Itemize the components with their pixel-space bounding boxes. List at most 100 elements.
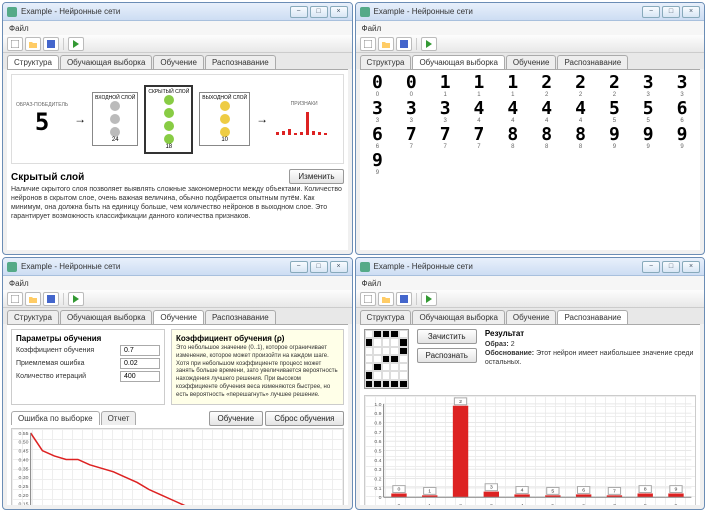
pixel[interactable] (390, 330, 399, 338)
tab-recognition[interactable]: Распознавание (205, 310, 276, 324)
training-sample[interactable]: 66 (364, 126, 392, 150)
pixel[interactable] (390, 338, 399, 346)
new-icon[interactable] (360, 37, 376, 51)
training-sample[interactable]: 00 (397, 74, 425, 98)
tab-structure[interactable]: Структура (360, 55, 412, 69)
training-sample[interactable]: 44 (533, 100, 561, 124)
pixel[interactable] (399, 380, 408, 388)
training-sample[interactable]: 55 (634, 100, 662, 124)
pixel[interactable] (399, 338, 408, 346)
pixel[interactable] (382, 330, 391, 338)
tab-training-set[interactable]: Обучающая выборка (60, 310, 152, 324)
pixel[interactable] (365, 380, 374, 388)
pixel[interactable] (373, 380, 382, 388)
training-sample[interactable]: 77 (465, 126, 493, 150)
training-sample[interactable]: 33 (634, 74, 662, 98)
clear-button[interactable]: Зачистить (417, 329, 477, 344)
tab-training[interactable]: Обучение (153, 55, 204, 69)
menu-file[interactable]: Файл (362, 279, 382, 288)
run-icon[interactable] (68, 37, 84, 51)
training-sample[interactable]: 55 (600, 100, 628, 124)
pixel[interactable] (390, 347, 399, 355)
pixel[interactable] (382, 380, 391, 388)
tab-recognition[interactable]: Распознавание (205, 55, 276, 69)
save-icon[interactable] (396, 37, 412, 51)
maximize-button[interactable]: □ (310, 6, 328, 18)
tab-recognition[interactable]: Распознавание (557, 55, 628, 69)
training-sample[interactable]: 44 (567, 100, 595, 124)
save-icon[interactable] (43, 292, 59, 306)
training-sample[interactable]: 88 (567, 126, 595, 150)
tab-training-set[interactable]: Обучающая выборка (412, 310, 504, 324)
training-sample[interactable]: 99 (668, 126, 696, 150)
new-icon[interactable] (7, 37, 23, 51)
recognize-button[interactable]: Распознать (417, 348, 477, 363)
open-icon[interactable] (378, 292, 394, 306)
training-sample[interactable]: 11 (499, 74, 527, 98)
iter-input[interactable] (120, 371, 160, 382)
pixel[interactable] (399, 355, 408, 363)
titlebar[interactable]: Example - Нейронные сети − □ × (356, 258, 705, 276)
pixel[interactable] (382, 347, 391, 355)
training-sample[interactable]: 33 (364, 100, 392, 124)
pixel[interactable] (373, 371, 382, 379)
tab-recognition[interactable]: Распознавание (557, 310, 628, 324)
new-icon[interactable] (360, 292, 376, 306)
pixel-editor[interactable] (364, 329, 409, 389)
close-button[interactable]: × (682, 6, 700, 18)
pixel[interactable] (382, 355, 391, 363)
run-icon[interactable] (68, 292, 84, 306)
pixel[interactable] (365, 347, 374, 355)
training-sample[interactable]: 11 (431, 74, 459, 98)
pixel[interactable] (365, 338, 374, 346)
tab-training[interactable]: Обучение (506, 55, 557, 69)
pixel[interactable] (399, 371, 408, 379)
pixel[interactable] (373, 363, 382, 371)
open-icon[interactable] (378, 37, 394, 51)
menu-file[interactable]: Файл (9, 24, 29, 33)
titlebar[interactable]: Example - Нейронные сети − □ × (3, 258, 352, 276)
pixel[interactable] (399, 347, 408, 355)
training-sample[interactable]: 44 (499, 100, 527, 124)
tab-training-set[interactable]: Обучающая выборка (60, 55, 152, 69)
pixel[interactable] (365, 355, 374, 363)
minimize-button[interactable]: − (642, 261, 660, 273)
pixel[interactable] (399, 330, 408, 338)
maximize-button[interactable]: □ (662, 261, 680, 273)
menu-file[interactable]: Файл (362, 24, 382, 33)
training-sample[interactable]: 22 (600, 74, 628, 98)
pixel[interactable] (373, 355, 382, 363)
train-button[interactable]: Обучение (209, 411, 264, 426)
tab-structure[interactable]: Структура (7, 310, 59, 324)
pixel[interactable] (373, 338, 382, 346)
tab-structure[interactable]: Структура (360, 310, 412, 324)
training-sample[interactable]: 66 (668, 100, 696, 124)
training-sample[interactable]: 88 (533, 126, 561, 150)
maximize-button[interactable]: □ (662, 6, 680, 18)
training-sample[interactable]: 99 (634, 126, 662, 150)
pixel[interactable] (373, 347, 382, 355)
tab-structure[interactable]: Структура (7, 55, 59, 69)
coef-input[interactable] (120, 345, 160, 356)
open-icon[interactable] (25, 37, 41, 51)
training-sample[interactable]: 11 (465, 74, 493, 98)
save-icon[interactable] (43, 37, 59, 51)
close-button[interactable]: × (682, 261, 700, 273)
err-input[interactable] (120, 358, 160, 369)
run-icon[interactable] (421, 292, 437, 306)
training-sample[interactable]: 88 (499, 126, 527, 150)
training-sample[interactable]: 99 (600, 126, 628, 150)
close-button[interactable]: × (330, 261, 348, 273)
pixel[interactable] (382, 363, 391, 371)
training-sample[interactable]: 77 (397, 126, 425, 150)
training-sample[interactable]: 00 (364, 74, 392, 98)
reset-button[interactable]: Сброс обучения (265, 411, 343, 426)
training-sample[interactable]: 99 (364, 152, 392, 176)
pixel[interactable] (373, 330, 382, 338)
pixel[interactable] (390, 380, 399, 388)
pixel[interactable] (390, 355, 399, 363)
pixel[interactable] (390, 371, 399, 379)
training-sample[interactable]: 33 (431, 100, 459, 124)
training-sample[interactable]: 22 (567, 74, 595, 98)
pixel[interactable] (390, 363, 399, 371)
